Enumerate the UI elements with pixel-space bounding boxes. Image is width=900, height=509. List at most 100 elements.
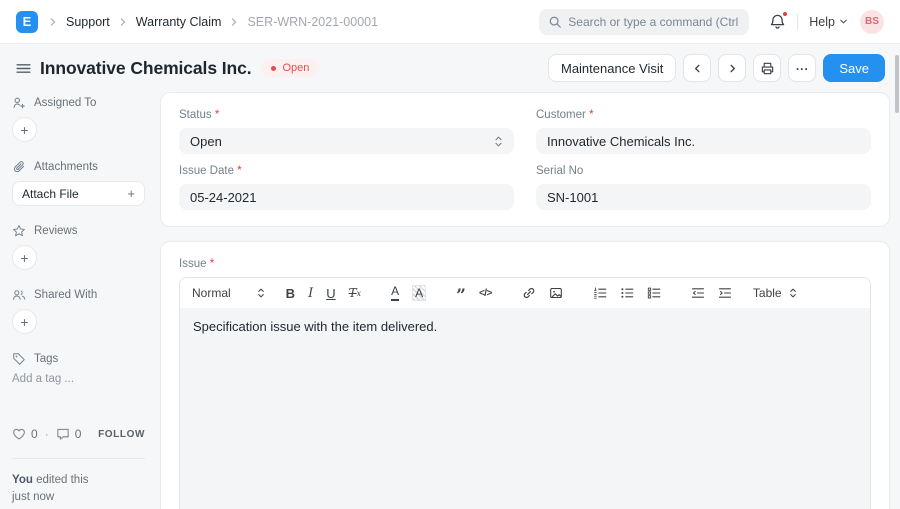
save-button[interactable]: Save: [823, 54, 885, 82]
navbar-divider: [797, 14, 798, 30]
breadcrumb-support[interactable]: Support: [66, 15, 110, 29]
outdent-button[interactable]: [691, 286, 705, 300]
table-menu[interactable]: Table: [753, 286, 797, 300]
table-menu-label: Table: [753, 286, 782, 300]
chevron-down-icon: [839, 17, 848, 26]
serial-no-field-label: Serial No: [536, 165, 583, 177]
comment-icon[interactable]: [56, 427, 70, 441]
check-list-button[interactable]: [647, 286, 661, 300]
select-chevrons-icon: [494, 135, 503, 148]
background-color-button[interactable]: A: [412, 285, 426, 301]
underline-button[interactable]: U: [326, 286, 335, 301]
customer-value: Innovative Chemicals Inc.: [547, 134, 695, 149]
clear-format-button[interactable]: Tx: [349, 286, 362, 300]
ordered-list-button[interactable]: [593, 286, 607, 300]
add-assignment-button[interactable]: +: [12, 117, 37, 142]
add-review-button[interactable]: +: [12, 245, 37, 270]
required-marker: *: [215, 109, 219, 121]
search-input[interactable]: [568, 15, 740, 29]
add-share-button[interactable]: +: [12, 309, 37, 334]
chevron-right-icon: [48, 17, 58, 27]
users-icon: [12, 288, 26, 302]
bullet-list-button[interactable]: [620, 286, 634, 300]
customer-input[interactable]: Innovative Chemicals Inc.: [536, 128, 871, 154]
attach-file-button[interactable]: Attach File +: [12, 181, 145, 206]
image-icon: [549, 286, 563, 300]
help-label: Help: [809, 15, 835, 29]
add-tag-input[interactable]: Add a tag ...: [12, 373, 145, 385]
assign-user-icon: [12, 96, 26, 110]
sidebar-toggle-button[interactable]: [15, 60, 32, 77]
text-color-button[interactable]: A: [391, 285, 399, 300]
engagement-bar: 0 · 0 FOLLOW: [12, 427, 145, 441]
print-button[interactable]: [753, 54, 781, 82]
required-marker: *: [589, 109, 593, 121]
breadcrumb-warranty-claim[interactable]: Warranty Claim: [136, 15, 222, 29]
help-menu[interactable]: Help: [809, 15, 848, 29]
attachments-section: Attachments: [12, 160, 145, 174]
serial-no-input[interactable]: SN-1001: [536, 184, 871, 210]
link-button[interactable]: [522, 286, 536, 300]
like-icon[interactable]: [12, 427, 26, 441]
follow-button[interactable]: FOLLOW: [98, 429, 145, 440]
bold-button[interactable]: B: [286, 286, 295, 301]
scrollbar-thumb[interactable]: [895, 55, 899, 113]
next-document-button[interactable]: [718, 54, 746, 82]
issue-editor-content[interactable]: Specification issue with the item delive…: [180, 308, 870, 509]
form-body: Status * Open Customer * Innovative Chem…: [160, 92, 890, 509]
reviews-section: Reviews: [12, 224, 145, 238]
breadcrumb-document-id[interactable]: SER-WRN-2021-00001: [247, 15, 378, 29]
required-marker: *: [237, 165, 241, 177]
page-head: Innovative Chemicals Inc. Open Maintenan…: [0, 44, 900, 92]
serial-no-field: Serial No SN-1001: [536, 165, 871, 210]
indent-button[interactable]: [718, 286, 732, 300]
tags-label: Tags: [34, 353, 58, 365]
app-logo[interactable]: E: [16, 11, 38, 33]
link-icon: [522, 286, 536, 300]
status-dot-icon: [271, 66, 276, 71]
assigned-to-label: Assigned To: [34, 97, 96, 109]
notification-dot: [782, 11, 788, 17]
code-button[interactable]: </>: [479, 288, 492, 299]
like-count: 0: [31, 427, 38, 441]
sidebar-divider: [12, 458, 145, 459]
notifications-button[interactable]: [769, 13, 786, 30]
status-select[interactable]: Open: [179, 128, 514, 154]
dot-separator: ·: [45, 427, 49, 441]
activity-time: just now: [12, 491, 54, 503]
attachments-label: Attachments: [34, 161, 98, 173]
global-search[interactable]: [539, 9, 749, 35]
issue-date-field-label: Issue Date: [179, 165, 234, 177]
star-icon: [12, 224, 26, 238]
status-field: Status * Open: [179, 109, 514, 154]
comment-count: 0: [75, 427, 82, 441]
chevron-right-icon: [118, 17, 128, 27]
indent-icon: [718, 286, 732, 300]
menu-icon: [15, 60, 32, 77]
reviews-label: Reviews: [34, 225, 77, 237]
italic-button[interactable]: I: [308, 286, 313, 301]
details-section-card: Status * Open Customer * Innovative Chem…: [160, 92, 890, 227]
navbar: E Support Warranty Claim SER-WRN-2021-00…: [0, 0, 900, 44]
search-icon: [548, 15, 562, 29]
issue-date-input[interactable]: 05-24-2021: [179, 184, 514, 210]
bullet-list-icon: [620, 286, 634, 300]
issue-section-card: Issue * Normal B I U Tx A A ” </>: [160, 241, 890, 509]
editor-toolbar: Normal B I U Tx A A ” </>: [180, 278, 870, 308]
activity-action: edited this: [33, 474, 89, 486]
prev-document-button[interactable]: [683, 54, 711, 82]
status-badge-label: Open: [282, 62, 309, 74]
activity-entry: You edited this just now: [12, 472, 145, 505]
user-avatar[interactable]: BS: [860, 10, 884, 34]
more-options-button[interactable]: ...: [788, 54, 816, 82]
form-sidebar: Assigned To + Attachments Attach File + …: [0, 96, 160, 509]
paragraph-style-select[interactable]: Normal: [192, 286, 265, 300]
select-chevrons-icon: [257, 287, 265, 299]
blockquote-button[interactable]: ”: [456, 293, 466, 300]
insert-image-button[interactable]: [549, 286, 563, 300]
check-list-icon: [647, 286, 661, 300]
maintenance-visit-button[interactable]: Maintenance Visit: [548, 54, 676, 82]
attach-file-label: Attach File: [22, 187, 79, 201]
status-field-label: Status: [179, 109, 212, 121]
activity-actor: You: [12, 474, 33, 486]
